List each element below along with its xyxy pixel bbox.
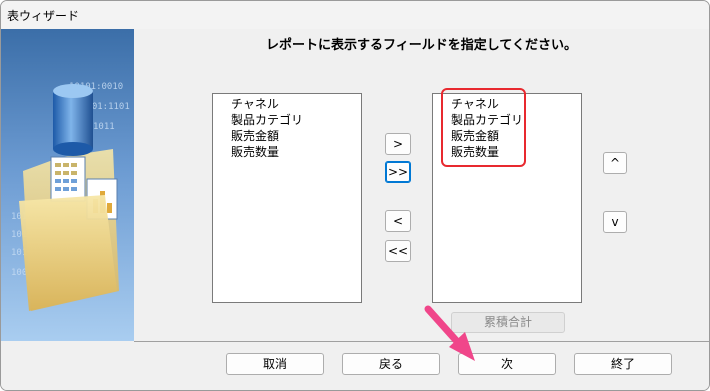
annotation-arrow — [424, 305, 475, 361]
wizard-window: 表ウィザード 10101:0010 0101:1101 1011 レポートに表示… — [0, 0, 710, 391]
